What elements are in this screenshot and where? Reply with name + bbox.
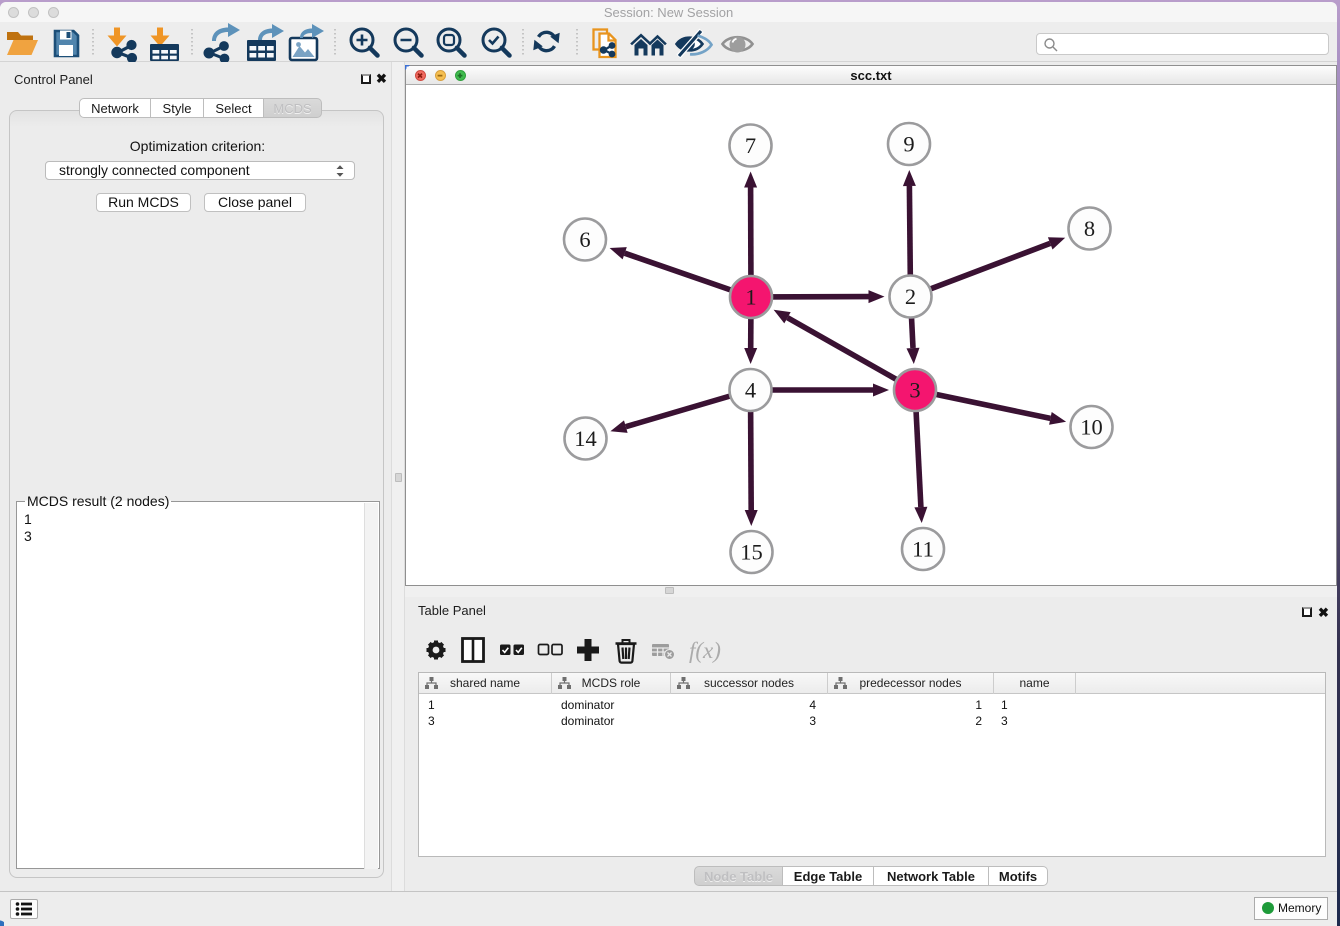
svg-text:14: 14 <box>574 426 597 451</box>
svg-text:2: 2 <box>905 284 916 309</box>
svg-text:f(x): f(x) <box>689 638 721 663</box>
svg-text:9: 9 <box>903 132 914 157</box>
svg-text:3: 3 <box>909 378 920 403</box>
svg-text:1: 1 <box>745 285 756 310</box>
svg-text:4: 4 <box>745 378 756 403</box>
svg-text:8: 8 <box>1084 216 1095 241</box>
svg-text:6: 6 <box>579 227 590 252</box>
svg-text:15: 15 <box>740 540 763 565</box>
svg-text:10: 10 <box>1080 415 1103 440</box>
svg-text:7: 7 <box>745 133 756 158</box>
svg-text:11: 11 <box>912 537 934 562</box>
